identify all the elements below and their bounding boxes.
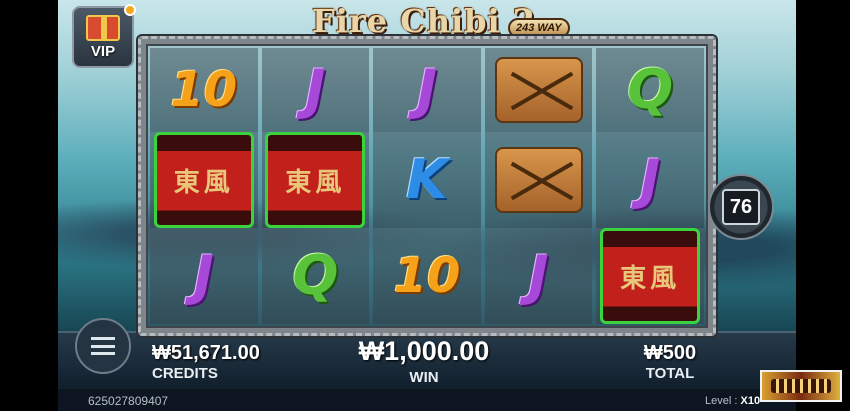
reel-cell xyxy=(484,48,593,132)
symbol-k: K xyxy=(406,148,448,211)
arrow-bundle-symbol xyxy=(494,147,583,213)
reel-cell: 東風 xyxy=(261,132,370,228)
brand-logo xyxy=(760,370,842,402)
arrow-bundle-symbol xyxy=(494,57,583,123)
reel-cell: 10 xyxy=(373,228,481,324)
vip-button[interactable]: VIP xyxy=(72,4,136,68)
east-wind-banner-symbol: 東風 xyxy=(265,132,366,228)
reel-cell: 東風 xyxy=(596,228,704,324)
total-value: ₩500 xyxy=(643,342,697,364)
notification-dot xyxy=(124,4,136,16)
reels-frame: 10 J J Q 東風 東風 K J J Q 10 J 東風 xyxy=(138,36,716,336)
banner-glyphs: 東風 xyxy=(620,263,681,294)
counter-value: 76 xyxy=(722,189,760,225)
round-id: 625027809407 xyxy=(88,394,169,408)
symbol-j: J xyxy=(640,148,661,211)
east-wind-banner-symbol: 東風 xyxy=(600,228,701,324)
symbol-10: 10 xyxy=(393,248,461,304)
total-bet-display[interactable]: ₩500 TOTAL xyxy=(640,342,700,382)
ways-badge: 243 WAY xyxy=(508,18,570,38)
win-display: ₩1,000.00 WIN xyxy=(354,336,494,386)
hamburger-menu-icon xyxy=(91,337,115,355)
credits-value: ₩51,671.00 xyxy=(152,342,260,364)
symbol-10: 10 xyxy=(170,62,238,118)
bottom-info-bar xyxy=(58,389,796,411)
reel-cell: Q xyxy=(261,228,370,324)
menu-button[interactable] xyxy=(75,318,131,374)
credits-label: CREDITS xyxy=(152,365,218,382)
vip-label: VIP xyxy=(90,42,116,60)
reel-cell: J xyxy=(484,228,593,324)
symbol-j: J xyxy=(193,244,214,307)
reel-cell: K xyxy=(373,132,481,228)
reel-cell: 10 xyxy=(150,48,258,132)
banner-glyphs: 東風 xyxy=(285,167,346,198)
east-wind-banner-symbol: 東風 xyxy=(153,132,254,228)
symbol-j: J xyxy=(416,58,438,121)
brand-mark-icon xyxy=(771,379,831,393)
win-label: WIN xyxy=(409,369,439,386)
reel-cell: J xyxy=(150,228,258,324)
credits-display: ₩51,671.00 CREDITS xyxy=(152,342,260,382)
game-title: Fire Chibi 2 xyxy=(312,2,537,40)
reel-cell: J xyxy=(373,48,481,132)
symbol-q: Q xyxy=(627,58,674,121)
level-value: X10 xyxy=(740,395,761,407)
gift-icon xyxy=(86,14,120,41)
reel-cell: J xyxy=(261,48,370,132)
win-value: ₩1,000.00 xyxy=(358,336,490,366)
reel-grid: 10 J J Q 東風 東風 K J J Q 10 J 東風 xyxy=(150,48,704,324)
level-indicator: Level : X10 xyxy=(705,395,760,407)
symbol-j: J xyxy=(305,58,326,121)
symbol-q: Q xyxy=(292,244,339,307)
reel-cell: J xyxy=(596,132,704,228)
banner-glyphs: 東風 xyxy=(173,167,234,198)
reel-cell xyxy=(484,132,593,228)
level-label: Level : xyxy=(705,395,738,407)
autospin-counter[interactable]: 76 xyxy=(708,174,774,240)
total-label: TOTAL xyxy=(645,365,695,382)
symbol-j: J xyxy=(528,244,549,307)
reel-cell: 東風 xyxy=(150,132,258,228)
reel-cell: Q xyxy=(596,48,704,132)
